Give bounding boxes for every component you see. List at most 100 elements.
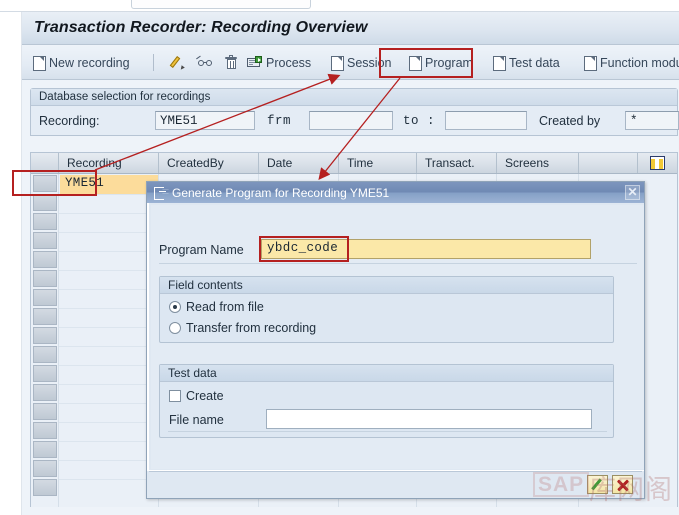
program-name-label: Program Name bbox=[159, 243, 244, 257]
database-selection-group: Database selection for recordings Record… bbox=[30, 88, 679, 137]
row-selector[interactable] bbox=[33, 194, 57, 211]
process-icon bbox=[247, 55, 262, 70]
red-x-cancel-icon bbox=[616, 478, 630, 492]
toolbar-new-recording-button[interactable]: New recording bbox=[30, 52, 133, 73]
toolbar-function-module-button[interactable]: Function module bbox=[581, 52, 679, 73]
column-header-transact[interactable]: Transact. bbox=[417, 153, 497, 173]
toolbar-program-button[interactable]: Program bbox=[406, 52, 476, 73]
row-selector[interactable] bbox=[33, 232, 57, 249]
dialog-inner: Program Name ybdc_code Field contents Re… bbox=[151, 205, 644, 469]
document-icon bbox=[331, 55, 344, 71]
row-selector[interactable] bbox=[33, 213, 57, 230]
create-checkbox-label: Create bbox=[186, 389, 224, 403]
toolbar-item-label: Process bbox=[266, 55, 312, 70]
column-header-date[interactable]: Date bbox=[259, 153, 339, 173]
toolbar-process-button[interactable]: Process bbox=[244, 52, 314, 73]
column-config-button[interactable] bbox=[637, 153, 677, 173]
trash-delete-icon bbox=[225, 54, 237, 70]
radio-label: Read from file bbox=[186, 300, 264, 314]
frm-label: frm bbox=[267, 114, 292, 128]
row-selector[interactable] bbox=[33, 479, 57, 496]
dialog-confirm-button[interactable] bbox=[587, 475, 608, 494]
recording-label: Recording: bbox=[39, 114, 100, 128]
row-selector[interactable] bbox=[33, 289, 57, 306]
row-selector[interactable] bbox=[33, 384, 57, 401]
row-selector[interactable] bbox=[33, 175, 57, 192]
radio-read-from-file[interactable]: Read from file bbox=[169, 300, 264, 314]
field-contents-group: Field contents Read from file Transfer f… bbox=[159, 276, 614, 343]
toolbar-item-label: Function module bbox=[600, 55, 679, 70]
database-selection-title: Database selection for recordings bbox=[31, 89, 677, 106]
checkbox-unchecked-icon bbox=[169, 390, 181, 402]
toolbar-item-label: Program bbox=[425, 55, 473, 70]
recording-input[interactable]: YME51 bbox=[155, 111, 255, 130]
radio-selected-icon bbox=[169, 301, 181, 313]
row-selector[interactable] bbox=[33, 460, 57, 477]
toolbar-item-label: Test data bbox=[509, 55, 560, 70]
file-name-input[interactable] bbox=[266, 409, 592, 429]
column-header-recording[interactable]: Recording bbox=[59, 153, 159, 173]
row-selector[interactable] bbox=[33, 270, 57, 287]
close-icon[interactable]: ✕ bbox=[625, 185, 640, 200]
created-by-input[interactable]: * bbox=[625, 111, 679, 130]
table-select-all-corner[interactable] bbox=[31, 153, 59, 173]
toolbar-display-button[interactable] bbox=[194, 52, 217, 73]
document-icon bbox=[493, 55, 506, 71]
created-by-label: Created by bbox=[539, 114, 601, 128]
row-selector[interactable] bbox=[33, 441, 57, 458]
row-selector[interactable] bbox=[33, 365, 57, 382]
green-pencil-confirm-icon bbox=[591, 478, 605, 492]
partial-window-tab bbox=[131, 0, 311, 9]
toolbar-session-button[interactable]: Session bbox=[328, 52, 394, 73]
radio-unselected-icon bbox=[169, 322, 181, 334]
grid-line-v bbox=[58, 174, 59, 507]
create-checkbox-row[interactable]: Create bbox=[169, 389, 224, 403]
toolbar-test-data-button[interactable]: Test data bbox=[490, 52, 563, 73]
dialog-cancel-button[interactable] bbox=[612, 475, 633, 494]
dialog-title-text: Generate Program for Recording YME51 bbox=[172, 185, 390, 200]
row-selector[interactable] bbox=[33, 346, 57, 363]
row-selector[interactable] bbox=[33, 422, 57, 439]
file-name-label: File name bbox=[169, 413, 224, 427]
toolbar-delete-button[interactable] bbox=[222, 52, 240, 73]
dialog-title-bar: Generate Program for Recording YME51 ✕ bbox=[147, 182, 644, 203]
document-icon bbox=[33, 55, 46, 71]
table-header-row: Recording CreatedBy Date Time Transact. … bbox=[31, 153, 677, 174]
row-selector[interactable] bbox=[33, 403, 57, 420]
table-cell-recording[interactable]: YME51 bbox=[60, 175, 158, 194]
pencil-icon bbox=[169, 55, 186, 71]
toolbar-separator bbox=[153, 54, 154, 71]
glasses-display-icon bbox=[196, 55, 214, 69]
frm-input[interactable] bbox=[309, 111, 393, 130]
column-config-icon bbox=[650, 156, 665, 170]
row-selector[interactable] bbox=[33, 327, 57, 344]
to-label: to : bbox=[403, 114, 436, 128]
radio-label: Transfer from recording bbox=[186, 321, 317, 335]
test-data-title: Test data bbox=[160, 365, 613, 382]
page-title: Transaction Recorder: Recording Overview bbox=[34, 19, 368, 36]
toolbar-item-label: Session bbox=[347, 55, 392, 70]
generate-program-dialog: Generate Program for Recording YME51 ✕ P… bbox=[146, 181, 645, 499]
toolbar-change-button[interactable] bbox=[168, 52, 189, 73]
to-input[interactable] bbox=[445, 111, 527, 130]
generate-program-icon bbox=[154, 186, 167, 200]
field-contents-title: Field contents bbox=[160, 277, 613, 294]
column-header-createdby[interactable]: CreatedBy bbox=[159, 153, 259, 173]
sap-gui-screen: Transaction Recorder: Recording Overview… bbox=[0, 0, 679, 515]
test-data-group: Test data Create File name bbox=[159, 364, 614, 438]
row-selector[interactable] bbox=[33, 308, 57, 325]
program-name-underline bbox=[159, 263, 637, 264]
dialog-body: Program Name ybdc_code Field contents Re… bbox=[147, 203, 644, 471]
column-header-time[interactable]: Time bbox=[339, 153, 417, 173]
radio-transfer-from-recording[interactable]: Transfer from recording bbox=[169, 321, 316, 335]
test-data-rule bbox=[168, 431, 607, 432]
document-icon bbox=[584, 55, 597, 71]
toolbar-item-label: New recording bbox=[49, 55, 130, 70]
program-name-input[interactable]: ybdc_code bbox=[261, 239, 591, 259]
app-header: Transaction Recorder: Recording Overview bbox=[22, 12, 679, 45]
dialog-footer bbox=[147, 470, 644, 498]
row-selector[interactable] bbox=[33, 251, 57, 268]
database-selection-row: Recording: YME51 frm to : Created by * bbox=[31, 106, 679, 137]
document-icon bbox=[409, 55, 422, 71]
column-header-screens[interactable]: Screens bbox=[497, 153, 579, 173]
